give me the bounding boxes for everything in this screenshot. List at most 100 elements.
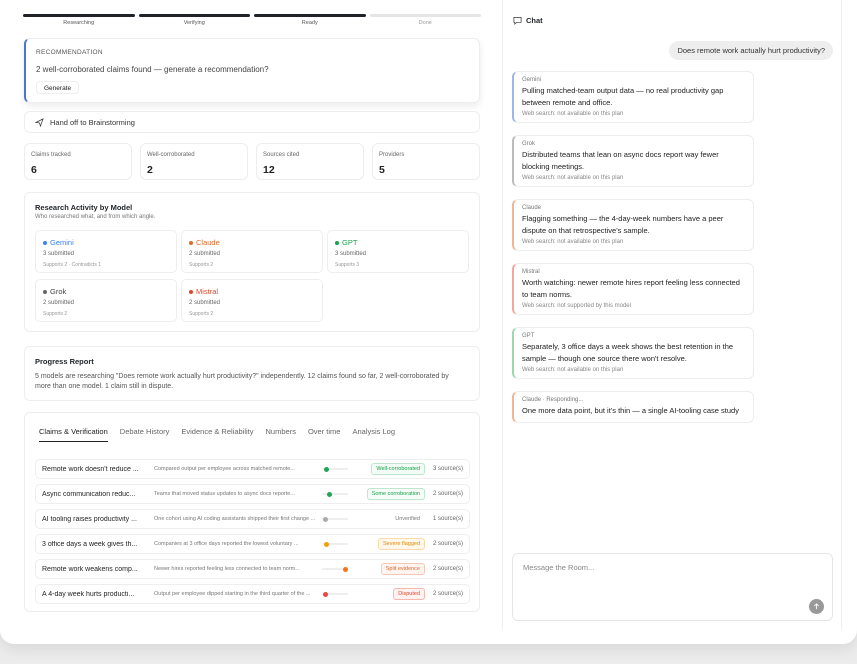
message-input[interactable]: Message the Room... xyxy=(512,553,833,621)
message-author: Claude · Responding... xyxy=(522,397,584,403)
status-badge: Well-corroborated xyxy=(371,463,425,475)
claim-title: AI tooling raises productivity ... xyxy=(42,515,137,523)
research-activity-card: Research Activity by Model Who researche… xyxy=(24,192,480,332)
send-plane-icon xyxy=(35,117,44,127)
message-text: Separately, 3 office days a week shows t… xyxy=(522,342,734,363)
arrow-up-icon xyxy=(814,603,819,610)
claim-title: Remote work doesn't reduce ... xyxy=(42,465,139,473)
user-message: Does remote work actually hurt productiv… xyxy=(669,41,833,60)
message-author: Mistral xyxy=(522,269,540,275)
model-dot xyxy=(43,240,47,245)
tab-debate-history[interactable]: Debate History xyxy=(120,427,170,442)
model-dot xyxy=(189,240,193,245)
tab-evidence-reliability[interactable]: Evidence & Reliability xyxy=(181,427,253,442)
chat-header: Chat xyxy=(513,16,543,25)
claim-title: A 4-day week hurts producti... xyxy=(42,590,135,598)
activity-subtitle: Who researched what, and from which angl… xyxy=(35,214,156,220)
model-dot xyxy=(335,240,339,245)
confidence-dot xyxy=(324,466,329,472)
message-author: Claude xyxy=(522,205,542,211)
claim-title: Async communication reduc... xyxy=(42,490,136,498)
claim-row[interactable]: Remote work doesn't reduce ... Compared o… xyxy=(35,459,470,479)
model-card-gpt[interactable]: GPT 3 submitted Supports 3 xyxy=(327,230,469,273)
message-text: Distributed teams that lean on async doc… xyxy=(522,150,719,171)
web-search-note: Web search: not available on this plan xyxy=(522,111,624,117)
message-author: GPT xyxy=(522,333,535,339)
model-card-grok[interactable]: Grok 2 submitted Supports 2 xyxy=(35,279,177,322)
confidence-meter xyxy=(322,566,348,572)
source-count: 2 source(s) xyxy=(432,566,463,572)
claim-description: Compared output per employee across matc… xyxy=(154,466,295,472)
claims-card: Claims & Verification Debate History Evi… xyxy=(24,412,480,612)
web-search-note: Web search: not supported by this model xyxy=(522,303,631,309)
claim-row[interactable]: A 4-day week hurts producti... Output per… xyxy=(35,584,470,604)
message-author: Grok xyxy=(522,141,536,147)
tab-analysis-log[interactable]: Analysis Log xyxy=(352,427,395,442)
send-button[interactable] xyxy=(809,599,824,614)
recommendation-kicker: RECOMMENDATION xyxy=(36,49,103,56)
confidence-dot xyxy=(323,591,328,597)
confidence-dot xyxy=(327,491,332,497)
step-verifying: Verifying xyxy=(138,14,250,26)
research-panel: Researching Verifying Ready Done RECOMME… xyxy=(14,0,490,644)
web-search-note: Web search: not available on this plan xyxy=(522,175,624,181)
model-dot xyxy=(43,289,47,294)
tab-over-time[interactable]: Over time xyxy=(308,427,341,442)
progress-stepper: Researching Verifying Ready Done xyxy=(23,14,481,26)
assistant-message: Gemini Pulling matched-team output data —… xyxy=(512,71,754,123)
confidence-meter xyxy=(322,516,348,522)
claim-description: Companies at 3 office days reported the … xyxy=(154,541,299,547)
claim-title: Remote work weakens comp... xyxy=(42,565,138,573)
confidence-dot xyxy=(343,566,348,572)
claim-description: One cohort using AI coding assistants sh… xyxy=(154,516,316,522)
claim-row[interactable]: AI tooling raises productivity ... One co… xyxy=(35,509,470,529)
step-researching: Researching xyxy=(23,14,135,26)
tab-claims-verification[interactable]: Claims & Verification xyxy=(39,427,108,442)
claims-tabs: Claims & Verification Debate History Evi… xyxy=(39,427,395,442)
confidence-meter xyxy=(322,541,348,547)
confidence-dot xyxy=(323,516,328,522)
claim-description: Output per employee dipped starting in t… xyxy=(154,591,311,597)
assistant-message: GPT Separately, 3 office days a week show… xyxy=(512,327,754,379)
model-card-gemini[interactable]: Gemini 3 submitted Supports 2 · Contradi… xyxy=(35,230,177,273)
assistant-message: Claude · Responding... One more data poin… xyxy=(512,391,754,423)
message-text: Flagging something — the 4-day-week numb… xyxy=(522,214,724,235)
message-author: Gemini xyxy=(522,77,542,83)
status-badge: Disputed xyxy=(393,588,425,600)
generate-button[interactable]: Generate xyxy=(36,81,80,94)
model-card-mistral[interactable]: Mistral 2 submitted Supports 2 xyxy=(181,279,323,322)
tab-numbers[interactable]: Numbers xyxy=(266,427,296,442)
stat-providers: Providers 5 xyxy=(372,143,480,180)
step-done: Done xyxy=(369,14,481,26)
assistant-message: Grok Distributed teams that lean on async… xyxy=(512,135,754,187)
chat-bubble-icon xyxy=(513,16,522,25)
claim-row[interactable]: Async communication reduc... Teams that m… xyxy=(35,484,470,504)
activity-title: Research Activity by Model xyxy=(35,203,133,212)
claim-title: 3 office days a week gives th... xyxy=(42,540,138,548)
step-ready: Ready xyxy=(254,14,366,26)
claim-row[interactable]: 3 office days a week gives th... Companie… xyxy=(35,534,470,554)
message-text: Pulling matched-team output data — no re… xyxy=(522,86,724,107)
status-badge: Split evidence xyxy=(380,563,425,575)
progress-text: 5 models are researching "Does remote wo… xyxy=(35,373,449,390)
claim-row[interactable]: Remote work weakens comp... Newer hires r… xyxy=(35,559,470,579)
handoff-button[interactable]: Hand off to Brainstorming xyxy=(24,111,480,133)
source-count: 1 source(s) xyxy=(432,516,463,522)
source-count: 2 source(s) xyxy=(432,491,463,497)
model-card-claude[interactable]: Claude 2 submitted Supports 2 xyxy=(181,230,323,273)
source-count: 3 source(s) xyxy=(432,466,463,472)
status-badge: Severe flagged xyxy=(378,538,425,550)
recommendation-message: 2 well-corroborated claims found — gener… xyxy=(36,65,269,74)
stat-sources-cited: Sources cited 12 xyxy=(256,143,364,180)
confidence-meter xyxy=(322,466,348,472)
message-placeholder: Message the Room... xyxy=(523,563,595,572)
confidence-dot xyxy=(324,541,329,547)
chat-panel: Chat Does remote work actually hurt prod… xyxy=(502,0,842,630)
web-search-note: Web search: not available on this plan xyxy=(522,367,624,373)
message-text: Worth watching: newer remote hires repor… xyxy=(522,278,740,299)
app-window: Researching Verifying Ready Done RECOMME… xyxy=(0,0,857,644)
status-badge: Unverified xyxy=(395,516,420,522)
message-text: One more data point, but it's thin — a s… xyxy=(522,406,739,415)
claim-description: Teams that moved status updates to async… xyxy=(154,491,295,497)
progress-report-card: Progress Report 5 models are researching… xyxy=(24,346,480,401)
